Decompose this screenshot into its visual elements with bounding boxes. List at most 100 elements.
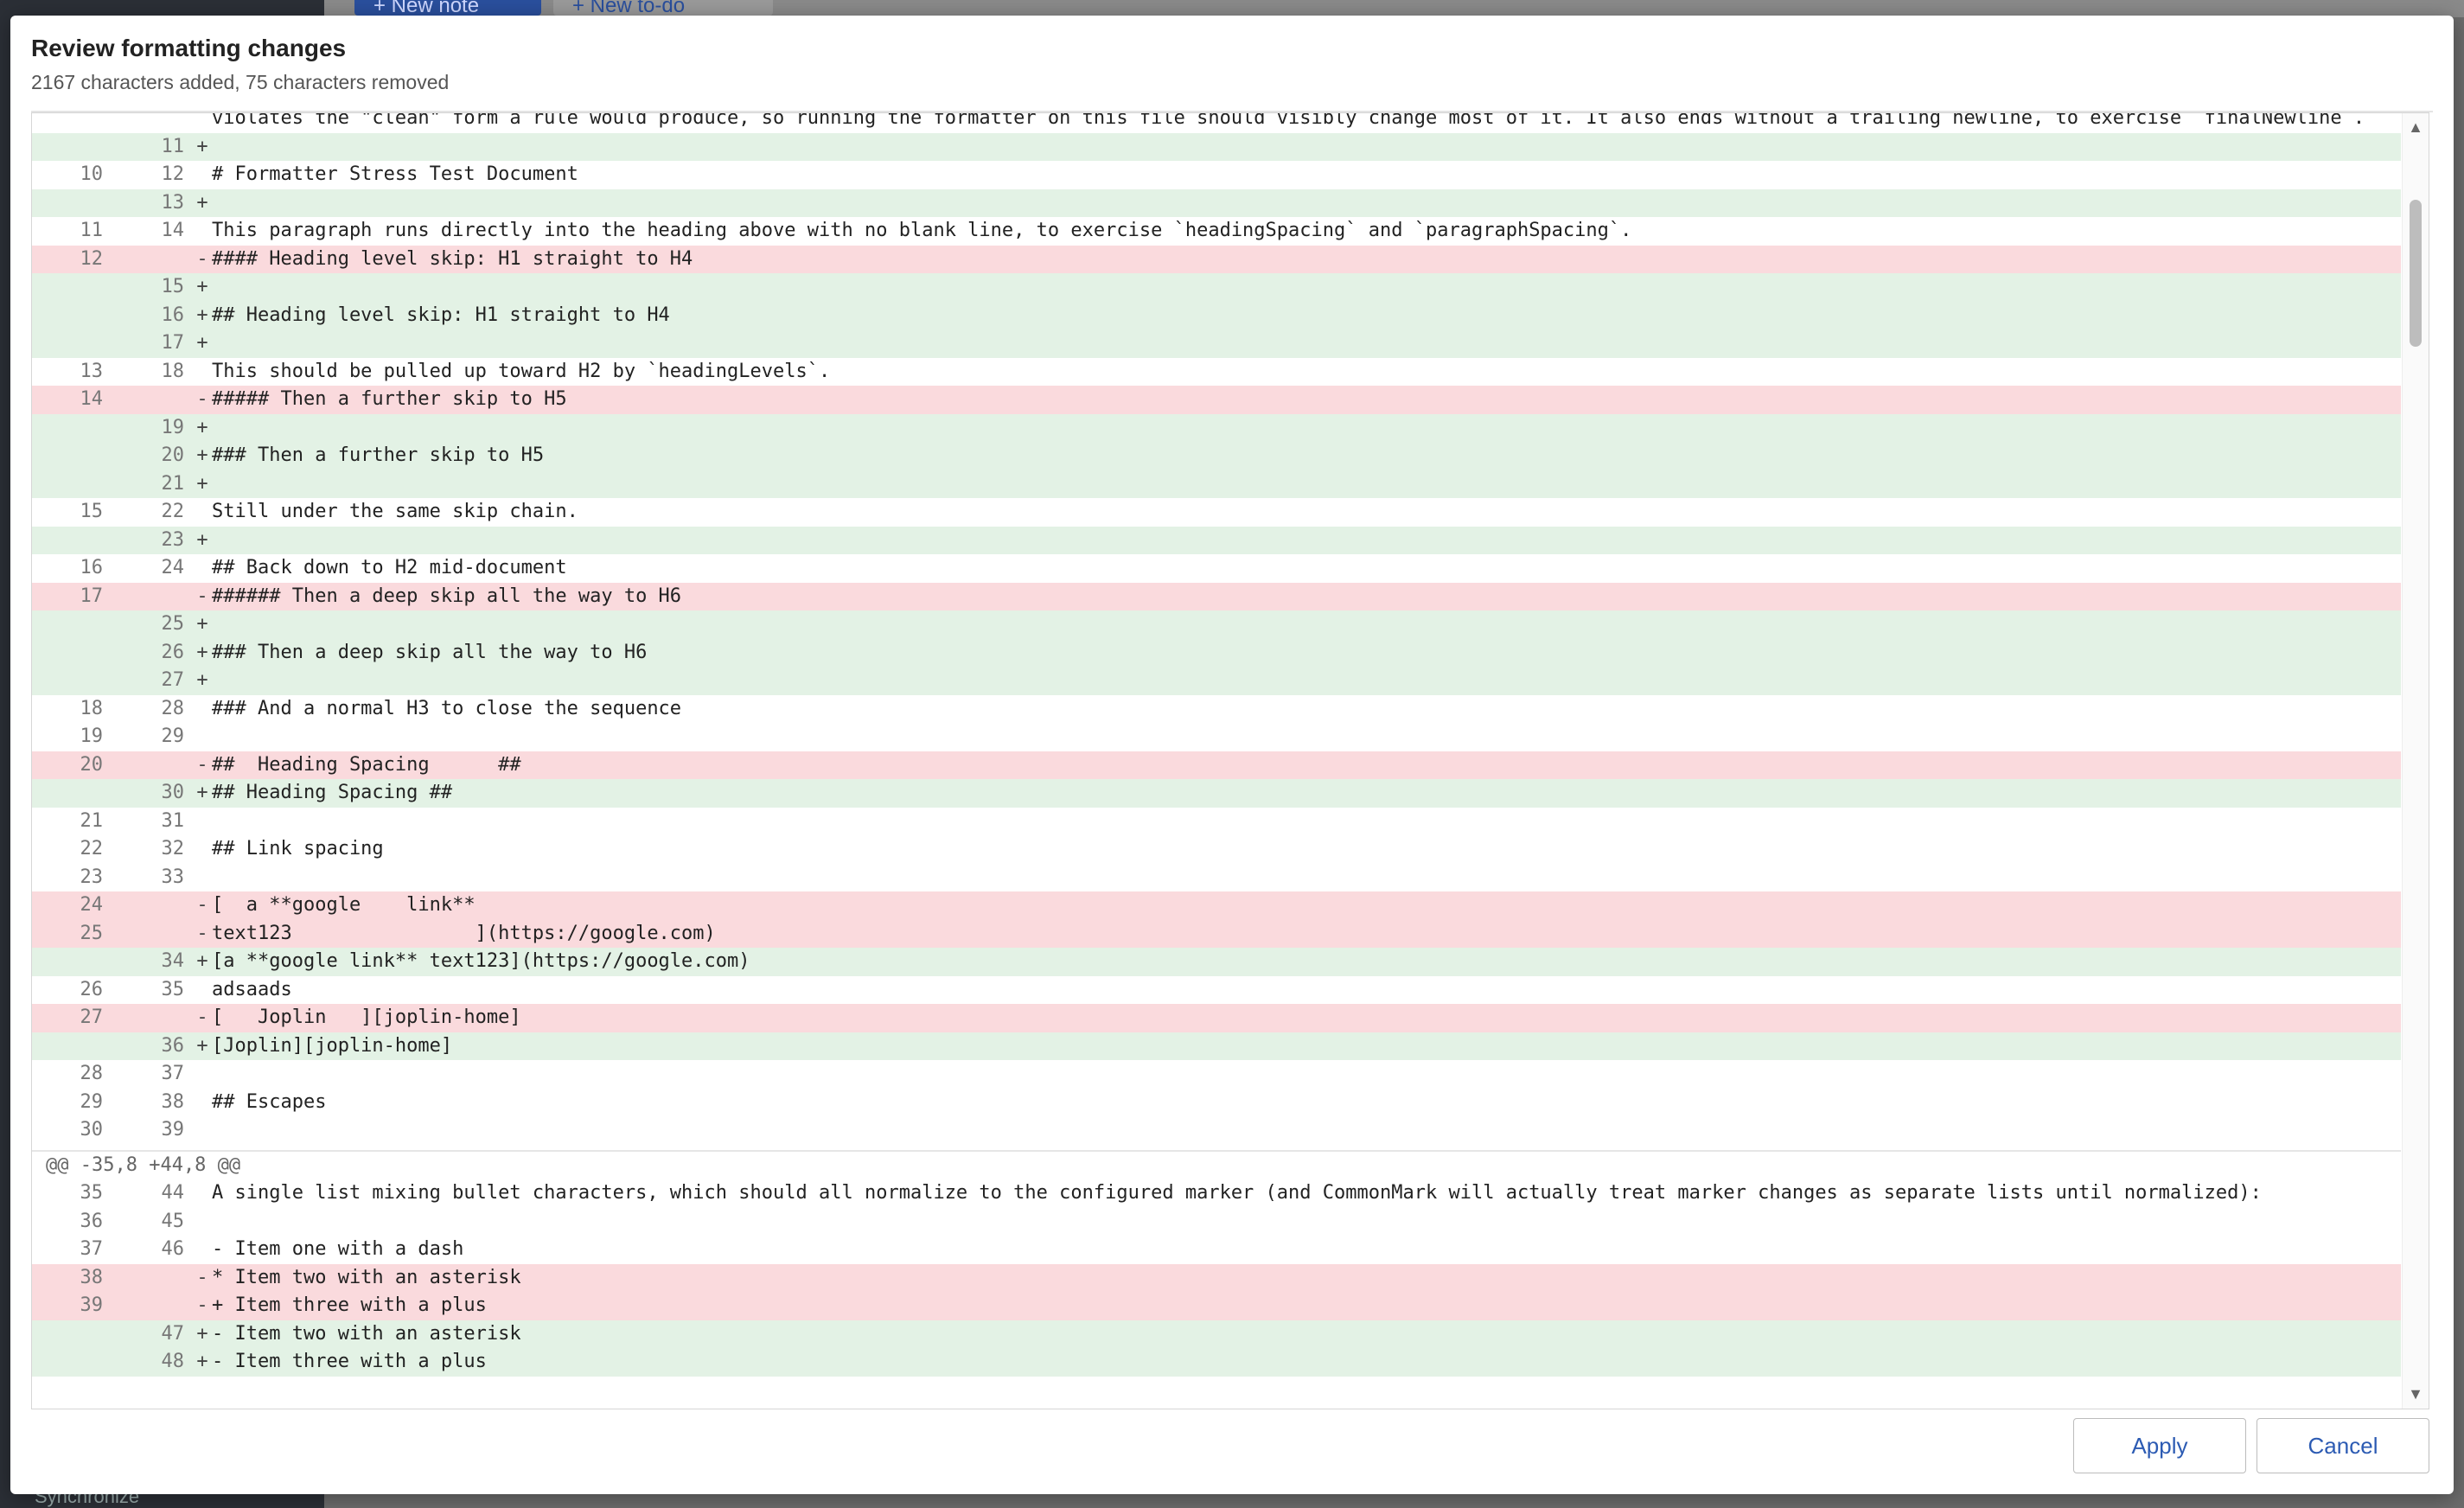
diff-code [212,133,2401,162]
diff-row: 11 14 This paragraph runs directly into th… [32,217,2401,246]
new-line-number: 23 [161,528,185,551]
diff-code: + Item three with a plus [212,1294,487,1316]
diff-code [212,470,2401,499]
diff-row: 18 28 ### And a normal H3 to close the seq… [32,695,2401,724]
diff-sign [193,358,212,387]
new-line-number [103,920,184,949]
new-line-number: 47 [161,1322,185,1345]
hunk-header-text: @@ -35,8 +44,8 @@ [46,1153,241,1176]
diff-code: # Formatter Stress Test Document [212,163,578,185]
new-line-number: 11 [161,135,185,157]
diff-row: 17 - ###### Then a deep skip all the way t… [32,582,2401,611]
diff-code [212,610,2401,639]
diff-scrollbar[interactable]: ▲ ▼ [2402,113,2429,1409]
diff-sign [193,498,212,527]
old-line-number [32,610,103,639]
diff-row: 12 - #### Heading level skip: H1 straight … [32,245,2401,273]
diff-sign: - [196,585,208,607]
diff-sign [193,723,212,751]
new-line-number [103,751,184,780]
diff-row: 39 - + Item three with a plus [32,1292,2401,1320]
new-line-number: 37 [161,1063,185,1084]
diff-code [212,1208,2401,1236]
diff-row: 21 31 [32,808,2401,836]
diff-code: ##### Then a further skip to H5 [212,388,567,410]
diff-sign: + [196,1034,208,1057]
old-line-number [32,273,103,302]
diff-row: 17 + [32,329,2401,358]
diff-sign: + [196,191,208,214]
old-line-number: 18 [80,697,104,719]
diff-sign: - [196,1006,208,1028]
diff-sign: + [196,276,208,297]
scrollbar-thumb[interactable] [2410,200,2422,347]
dialog-subtitle: 2167 characters added, 75 characters rem… [31,71,450,93]
old-line-number: 27 [80,1006,104,1028]
scroll-up-icon[interactable]: ▲ [2403,118,2429,137]
old-line-number [32,442,103,470]
diff-code: ### Then a further skip to H5 [212,444,545,466]
scroll-down-icon[interactable]: ▼ [2403,1385,2429,1403]
old-line-number: 30 [80,1119,104,1141]
diff-view[interactable]: violates the "clean" form a rule would p… [31,112,2429,1409]
diff-sign: - [196,753,208,776]
diff-row: 38 - * Item two with an asterisk [32,1263,2401,1292]
new-line-number: 45 [161,1210,185,1232]
diff-sign: + [196,1322,208,1345]
diff-code [212,1060,2401,1089]
diff-code: ## Heading level skip: H1 straight to H4 [212,304,670,326]
diff-sign [193,554,212,583]
diff-sign [193,864,212,892]
diff-code: - Item two with an asterisk [212,1322,521,1345]
diff-row: 37 46 - Item one with a dash [32,1236,2401,1264]
diff-row: 30 39 [32,1116,2401,1145]
diff-code: Still under the same skip chain. [212,501,578,522]
old-line-number [32,1348,103,1377]
diff-row: 28 37 [32,1060,2401,1089]
old-line-number: 25 [80,922,104,944]
diff-row: 34 + [a **google link** text123](https://g… [32,948,2401,976]
cancel-button[interactable]: Cancel [2257,1418,2429,1473]
diff-sign [193,217,212,246]
new-line-number [103,386,184,414]
diff-code: ###### Then a deep skip all the way to H… [212,585,682,607]
diff-sign: + [196,444,208,466]
new-line-number: 48 [161,1351,185,1372]
diff-sign: - [196,1294,208,1316]
diff-code: [ Joplin ][joplin-home] [212,1006,521,1028]
new-line-number: 22 [161,501,185,522]
new-note-button: + New note [354,0,541,16]
old-line-number: 19 [80,725,104,747]
diff-sign: + [196,613,208,635]
diff-code: #### Heading level skip: H1 straight to … [212,247,693,270]
new-line-number [103,583,184,611]
diff-sign [193,1208,212,1236]
new-line-number: 26 [161,641,185,663]
diff-row: 47 + - Item two with an asterisk [32,1320,2401,1348]
old-line-number [32,667,103,695]
diff-sign: - [196,922,208,944]
diff-row: 27 + [32,667,2401,695]
diff-code: * Item two with an asterisk [212,1266,521,1288]
old-line-number [32,1032,103,1061]
diff-row: 29 38 ## Escapes [32,1089,2401,1117]
diff-sign: + [196,472,208,495]
new-todo-button: + New to-do [553,0,773,16]
new-line-number: 28 [161,697,185,719]
diff-row: 11 + [32,132,2401,162]
diff-sign [193,1089,212,1117]
old-line-number [32,189,103,218]
diff-row: 10 12 # Formatter Stress Test Document [32,161,2401,189]
hunk-header: @@ -35,8 +44,8 @@ [32,1151,2401,1179]
diff-row: 19 + [32,413,2401,442]
diff-sign: + [196,641,208,663]
apply-button[interactable]: Apply [2073,1418,2246,1473]
diff-sign: + [196,528,208,551]
diff-row: 16 + ## Heading level skip: H1 straight to… [32,301,2401,329]
new-line-number: 30 [161,782,185,803]
new-line-number: 15 [161,276,185,297]
diff-code: This should be pulled up toward H2 by `h… [212,360,831,382]
old-line-number: 22 [80,838,104,859]
diff-sign: - [196,894,208,916]
diff-code: [ a **google link** [212,894,476,916]
